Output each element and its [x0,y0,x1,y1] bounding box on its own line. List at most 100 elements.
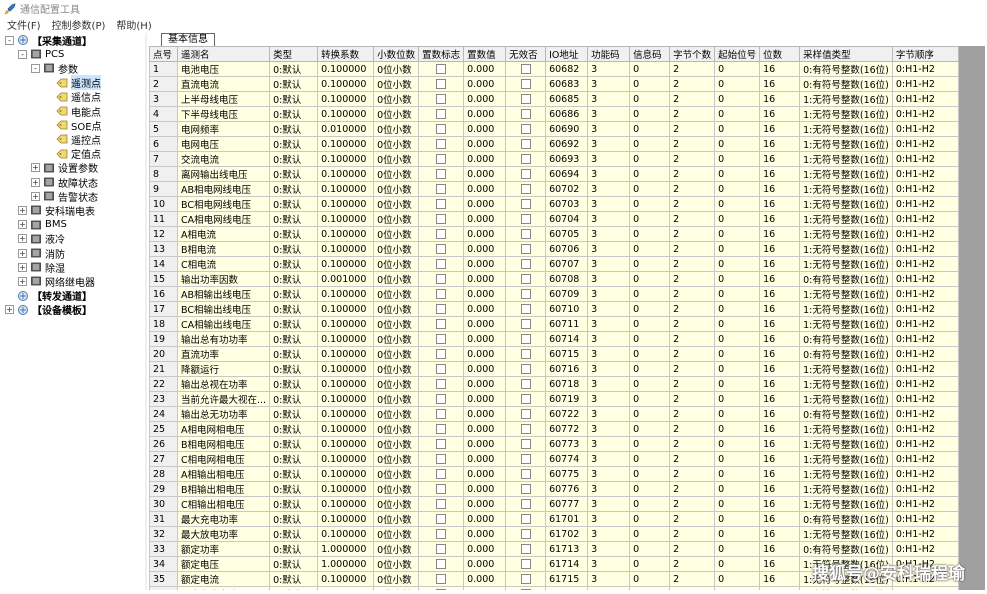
table-cell[interactable]: 0:默认 [269,286,319,302]
table-cell[interactable]: 0.000 [463,451,507,467]
table-cell[interactable]: 1.000000 [317,541,375,557]
table-cell[interactable]: 0 [714,346,761,362]
table-cell[interactable]: 0:H1-H2 [891,451,959,467]
table-cell[interactable]: 0位小数 [373,181,420,197]
table-cell[interactable]: 2 [669,331,716,347]
set-flag-checkbox[interactable] [436,409,447,419]
table-cell[interactable]: C相电网相电压 [176,451,271,467]
table-cell[interactable] [418,106,465,122]
invalid-checkbox[interactable] [520,484,531,494]
table-cell[interactable]: 0位小数 [373,496,420,512]
table-row[interactable]: 17 BC相输出线电压 0:默认 0.100000 0位小数 0.000 60710 3 0 2 0… [149,301,959,317]
table-cell[interactable]: 直流电流 [176,76,271,92]
table-cell[interactable] [505,256,547,272]
table-row[interactable]: 21 降额运行 0:默认 0.100000 0位小数 0.000 60716 3 0 2 0 16 1:… [149,361,959,377]
table-row[interactable]: 7 交流电流 0:默认 0.100000 0位小数 0.000 60693 3 0 2 0 16 1:无… [149,151,959,167]
table-cell[interactable]: 0 [714,466,761,482]
invalid-checkbox[interactable] [520,259,531,269]
row-number[interactable]: 25 [149,421,178,437]
table-cell[interactable]: 61701 [545,511,589,527]
table-cell[interactable]: CA相输出线电压 [176,316,271,332]
column-header[interactable]: 小数位数 [373,46,420,62]
table-cell[interactable]: 0:H1-H2 [891,61,959,77]
table-cell[interactable]: 0.100000 [317,391,375,407]
row-number[interactable]: 32 [149,526,178,542]
row-number[interactable]: 33 [149,541,178,557]
table-cell[interactable]: 0 [629,466,671,482]
table-cell[interactable]: 0 [629,61,671,77]
table-cell[interactable]: 16 [759,136,801,152]
invalid-checkbox[interactable] [520,289,531,299]
table-cell[interactable] [418,421,465,437]
table-cell[interactable]: 2 [669,241,716,257]
table-cell[interactable]: 0:默认 [269,181,319,197]
table-cell[interactable] [418,496,465,512]
table-cell[interactable]: 0.000 [463,61,507,77]
table-cell[interactable]: 0 [629,481,671,497]
table-cell[interactable]: 60690 [545,121,589,137]
invalid-checkbox[interactable] [520,394,531,404]
table-cell[interactable]: 0.100000 [317,376,375,392]
tree-node[interactable]: 【转发通道】 [5,289,92,303]
table-cell[interactable] [418,361,465,377]
table-cell[interactable]: 额定电压 [176,556,271,572]
table-cell[interactable]: 0.100000 [317,166,375,182]
table-cell[interactable]: 0:H1-H2 [891,271,959,287]
table-cell[interactable] [418,271,465,287]
invalid-checkbox[interactable] [520,319,531,329]
channel-tree[interactable]: - 【采集通道】 - PCS - 参数 遥测点 遥信点 电能点 SOE点 遥控点 定值点 + 设置参数 + 故… [4,33,143,590]
table-cell[interactable]: 0 [714,196,761,212]
row-number[interactable]: 13 [149,241,178,257]
menu-help[interactable]: 帮助(H) [116,17,151,32]
row-number[interactable]: 2 [149,76,178,92]
table-cell[interactable]: 1:无符号整数(16位) [799,451,893,467]
table-cell[interactable]: 2 [669,511,716,527]
table-cell[interactable]: 0.000 [463,166,507,182]
table-cell[interactable]: 0:默认 [269,61,319,77]
invalid-checkbox[interactable] [520,304,531,314]
table-cell[interactable]: 3 [587,556,631,572]
table-cell[interactable]: 0:H1-H2 [891,346,959,362]
set-flag-checkbox[interactable] [436,394,447,404]
table-cell[interactable] [418,466,465,482]
table-cell[interactable]: 0 [714,541,761,557]
column-header[interactable]: 置数标志 [418,46,465,62]
table-cell[interactable]: 电池电压 [176,61,271,77]
table-cell[interactable]: 0.000 [463,91,507,107]
tree-node[interactable]: 遥测点 [44,75,101,91]
table-cell[interactable]: 16 [759,421,801,437]
table-cell[interactable]: 1:无符号整数(16位) [799,361,893,377]
table-cell[interactable] [505,121,547,137]
table-cell[interactable]: 0.100000 [317,451,375,467]
table-cell[interactable] [505,151,547,167]
table-cell[interactable] [505,211,547,227]
table-cell[interactable]: 0 [629,451,671,467]
table-cell[interactable]: 0 [714,496,761,512]
tree-node[interactable]: 遥控点 [44,132,101,147]
table-cell[interactable]: 0 [629,226,671,242]
table-cell[interactable]: 0 [629,421,671,437]
expand-icon[interactable]: + [18,234,27,244]
table-cell[interactable]: 0 [629,586,671,590]
table-row[interactable]: 23 当前允许最大视在... 0:默认 0.100000 0位小数 0.000 60719 3… [149,391,959,407]
row-number[interactable]: 5 [149,121,178,137]
table-cell[interactable]: 1:无符号整数(16位) [799,196,893,212]
table-cell[interactable]: 16 [759,271,801,287]
column-header[interactable]: 点号 [149,46,178,62]
table-cell[interactable]: 0.000 [463,466,507,482]
table-cell[interactable]: 0 [714,376,761,392]
table-cell[interactable] [418,181,465,197]
invalid-checkbox[interactable] [520,544,531,554]
table-cell[interactable]: 3 [587,151,631,167]
table-cell[interactable]: 2 [669,421,716,437]
table-cell[interactable]: 0位小数 [373,526,420,542]
table-cell[interactable]: 0位小数 [373,151,420,167]
table-cell[interactable]: 0:默认 [269,481,319,497]
row-number[interactable]: 7 [149,151,178,167]
table-cell[interactable]: 60718 [545,376,589,392]
table-cell[interactable] [418,391,465,407]
set-flag-checkbox[interactable] [436,124,447,134]
table-cell[interactable]: 3 [587,436,631,452]
table-cell[interactable]: 0 [714,391,761,407]
table-cell[interactable]: 2 [669,346,716,362]
